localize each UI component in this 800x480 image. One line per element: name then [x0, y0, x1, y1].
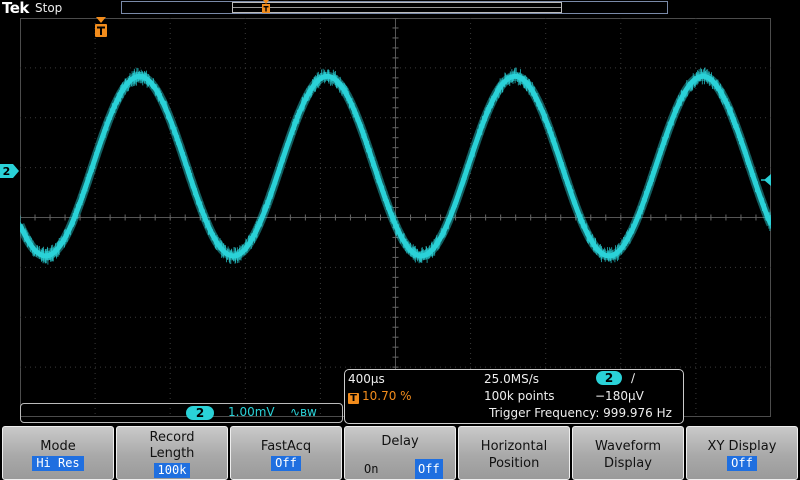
horizontal-trigger-readout[interactable]: 400µs T 10.70 % 25.0MS/s 100k points 2 ∕ …: [344, 369, 684, 424]
acquisition-state: Stop: [35, 1, 63, 15]
delay-option-on: On: [364, 462, 379, 476]
trigger-position-readout: T 10.70 %: [348, 389, 412, 404]
delay-option-off: Off: [415, 459, 443, 479]
delay-button[interactable]: Delay On Off: [344, 426, 456, 480]
waveform-display-button[interactable]: Waveform Display: [572, 426, 684, 480]
trigger-position-mini-icon: [262, 0, 270, 13]
trigger-slope-icon: ∕: [631, 371, 636, 385]
channel-2-ground-label: 2: [3, 165, 11, 178]
trigger-position-value: 10.70 %: [362, 389, 412, 403]
record-length-value: 100k: [153, 463, 191, 478]
volts-per-div: 1.00mV: [228, 405, 275, 419]
mode-button[interactable]: Mode Hi Res: [2, 426, 114, 480]
delay-label: Delay: [381, 434, 419, 449]
record-length-button[interactable]: Record Length 100k: [116, 426, 228, 480]
waveform-display[interactable]: [20, 18, 771, 417]
record-view-window: [232, 2, 562, 13]
record-length-label-1: Record: [149, 430, 195, 445]
waveform-display-label-2: Display: [604, 456, 652, 471]
record-points: 100k points: [484, 389, 555, 403]
horizontal-position-label-2: Position: [488, 456, 540, 471]
trigger-level-marker[interactable]: [761, 174, 771, 186]
waveform-display-label-1: Waveform: [595, 439, 661, 454]
bandwidth-limit-icon: ∿ʙᴡ: [290, 405, 317, 419]
sample-rate: 25.0MS/s: [484, 372, 539, 386]
brand-logo: Tek: [2, 0, 29, 17]
record-length-label-2: Length: [149, 446, 195, 461]
mode-value: Hi Res: [32, 456, 84, 471]
channel-readout[interactable]: 2 1.00mV ∿ʙᴡ: [20, 403, 343, 423]
channel-2-badge: 2: [186, 406, 214, 420]
trigger-level: −180µV: [595, 389, 644, 403]
trigger-position-icon[interactable]: [94, 17, 108, 39]
fastacq-label: FastAcq: [260, 439, 312, 454]
time-per-div: 400µs: [348, 372, 385, 386]
channel-2-ground-marker[interactable]: 2: [0, 163, 20, 179]
trigger-source-badge: 2: [596, 371, 622, 385]
fastacq-value: Off: [271, 456, 301, 471]
horizontal-position-button[interactable]: Horizontal Position: [458, 426, 570, 480]
bottom-menu: Mode Hi Res Record Length 100k FastAcq O…: [0, 424, 800, 480]
xy-display-value: Off: [727, 456, 757, 471]
xy-display-label: XY Display: [707, 439, 777, 454]
fastacq-button[interactable]: FastAcq Off: [230, 426, 342, 480]
horizontal-position-label-1: Horizontal: [480, 439, 548, 454]
xy-display-button[interactable]: XY Display Off: [686, 426, 798, 480]
trigger-position-small-icon: T: [348, 393, 359, 404]
trigger-frequency: Trigger Frequency: 999.976 Hz: [489, 406, 672, 420]
mode-label: Mode: [40, 439, 76, 454]
